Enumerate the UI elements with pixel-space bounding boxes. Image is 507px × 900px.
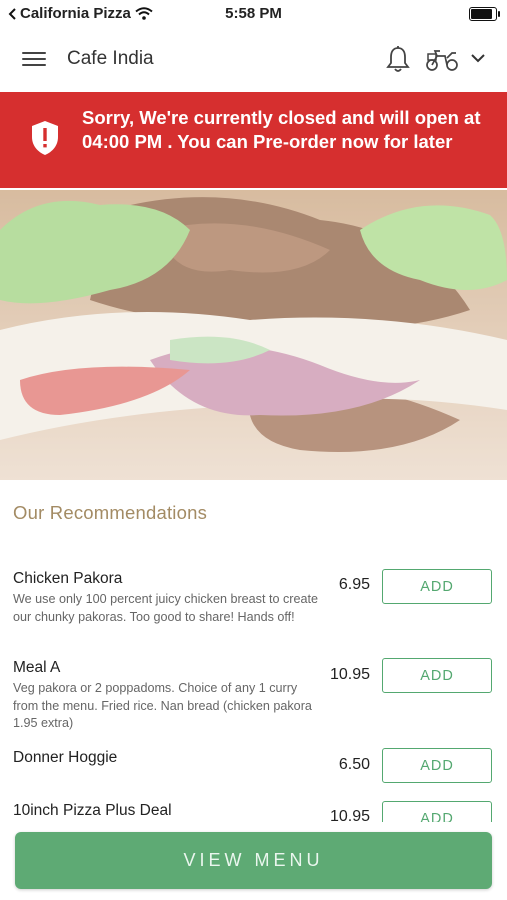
item-description: Veg pakora or 2 poppadoms. Choice of any…	[13, 681, 312, 730]
item-description: We use only 100 percent juicy chicken br…	[13, 592, 318, 624]
bell-icon[interactable]	[385, 45, 411, 73]
hero-food-image	[0, 190, 507, 480]
item-name: 10inch Pizza Plus Deal	[13, 802, 172, 819]
app-header: Cafe India	[0, 28, 507, 92]
view-menu-button[interactable]: VIEW MENU	[15, 832, 492, 889]
delivery-scooter-icon[interactable]	[425, 46, 459, 72]
item-price: 10.95	[329, 666, 370, 683]
chevron-down-icon[interactable]	[469, 50, 487, 66]
add-button[interactable]: ADD	[382, 658, 492, 693]
hamburger-menu-icon[interactable]	[22, 48, 46, 70]
battery-icon	[469, 7, 500, 21]
item-price: 6.95	[338, 576, 370, 593]
add-button[interactable]: ADD	[382, 748, 492, 783]
item-name: Meal A	[13, 659, 61, 676]
status-bar: California Pizza 5:58 PM	[0, 0, 507, 28]
add-button[interactable]: ADD	[382, 569, 492, 604]
item-name: Donner Hoggie	[13, 749, 118, 766]
closed-message: Sorry, We're currently closed and will o…	[82, 107, 481, 152]
section-title: Our Recommendations	[13, 502, 208, 523]
item-name: Chicken Pakora	[13, 570, 123, 587]
restaurant-title: Cafe India	[67, 48, 154, 69]
shield-alert-icon	[32, 121, 58, 155]
closed-alert-banner: Sorry, We're currently closed and will o…	[0, 92, 507, 188]
status-time: 5:58 PM	[225, 5, 282, 22]
item-price: 6.50	[338, 756, 370, 773]
